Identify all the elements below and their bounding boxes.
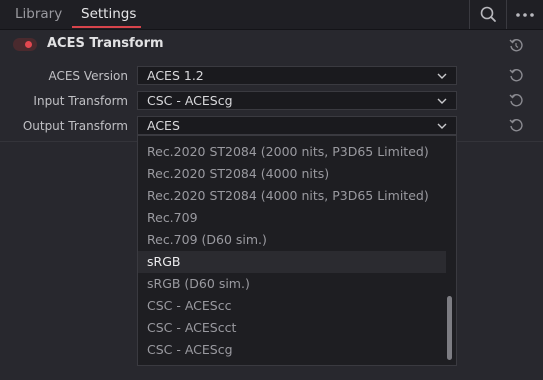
active-tab-indicator: [72, 26, 141, 28]
more-options-button[interactable]: [507, 0, 543, 29]
more-icon: [516, 13, 534, 17]
chevron-down-icon: [437, 98, 447, 104]
chevron-down-icon: [437, 123, 447, 129]
menu-item-label: sRGB: [147, 254, 181, 269]
menu-item[interactable]: Rec.2020 ST2084 (4000 nits, P3D65 Limite…: [138, 185, 446, 207]
menu-item[interactable]: sRGB (D60 sim.): [138, 273, 446, 295]
output-transform-value: ACES: [147, 118, 180, 133]
aces-version-dropdown[interactable]: ACES 1.2: [137, 66, 457, 85]
input-transform-value: CSC - ACEScg: [147, 93, 233, 108]
menu-item[interactable]: CSC - ACEScct: [138, 317, 446, 339]
tab-library[interactable]: Library: [15, 0, 62, 29]
menu-scrollbar-thumb[interactable]: [447, 296, 452, 360]
menu-item[interactable]: Rec.709: [138, 207, 446, 229]
chevron-down-icon: [437, 73, 447, 79]
menu-item[interactable]: Rec.709 (D60 sim.): [138, 229, 446, 251]
reset-icon[interactable]: [508, 67, 524, 83]
aces-version-value: ACES 1.2: [147, 68, 204, 83]
search-button[interactable]: [470, 0, 506, 29]
menu-item-label: Rec.709: [147, 210, 198, 225]
reset-icon[interactable]: [508, 117, 524, 133]
menu-item-label: Rec.2020 ST2084 (4000 nits): [147, 166, 330, 181]
reset-all-icon[interactable]: [508, 37, 524, 53]
menu-item[interactable]: CSC - ACEScc: [138, 295, 446, 317]
tab-settings[interactable]: Settings: [81, 0, 136, 29]
input-transform-label: Input Transform: [33, 94, 128, 108]
menu-item-label: CSC - ACEScct: [147, 320, 237, 335]
output-transform-dropdown[interactable]: ACES: [137, 116, 457, 135]
search-icon: [480, 6, 496, 22]
top-bar: Library Settings: [0, 0, 543, 30]
aces-version-label: ACES Version: [48, 69, 128, 83]
output-transform-menu: Rec.2020 ST2084 (2000 nits, P3D65 Limite…: [137, 135, 457, 366]
menu-item[interactable]: Rec.2020 ST2084 (2000 nits, P3D65 Limite…: [138, 141, 446, 163]
menu-item-label: sRGB (D60 sim.): [147, 276, 250, 291]
input-transform-dropdown[interactable]: CSC - ACEScg: [137, 91, 457, 110]
menu-item-label: Rec.2020 ST2084 (4000 nits, P3D65 Limite…: [147, 188, 429, 203]
section-header: ACES Transform: [0, 30, 543, 60]
menu-item-label: CSC - ACEScg: [147, 342, 233, 357]
reset-icon[interactable]: [508, 92, 524, 108]
menu-item-label: CSC - ACEScc: [147, 298, 232, 313]
menu-item-selected[interactable]: sRGB: [138, 251, 446, 273]
section-title: ACES Transform: [47, 36, 164, 51]
menu-item[interactable]: Rec.2020 ST2084 (4000 nits): [138, 163, 446, 185]
menu-item[interactable]: CSC - ACEScg: [138, 339, 446, 361]
toggle-knob: [25, 41, 32, 48]
menu-item-label: Rec.709 (D60 sim.): [147, 232, 267, 247]
aces-transform-toggle[interactable]: [13, 38, 37, 51]
menu-item-label: Rec.2020 ST2084 (2000 nits, P3D65 Limite…: [147, 144, 429, 159]
output-transform-label: Output Transform: [22, 119, 128, 133]
